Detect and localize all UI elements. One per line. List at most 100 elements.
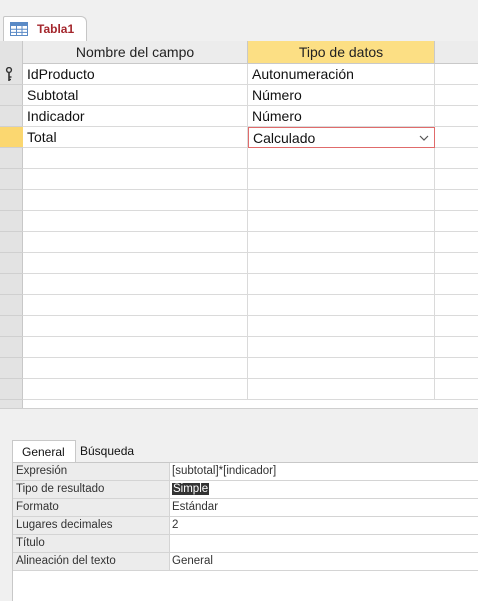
description-cell[interactable] <box>435 211 478 232</box>
row-selector[interactable] <box>0 232 23 253</box>
field-row: Subtotal Número <box>23 85 478 106</box>
tab-lookup[interactable]: Búsqueda <box>79 440 139 462</box>
row-selector[interactable] <box>0 106 23 127</box>
result-type-value: Simple <box>172 483 210 495</box>
column-header-description[interactable] <box>435 41 478 64</box>
row-selector[interactable] <box>0 316 23 337</box>
field-name-cell[interactable] <box>23 316 248 337</box>
row-selector[interactable] <box>0 295 23 316</box>
data-type-cell[interactable] <box>248 211 435 232</box>
field-name-cell[interactable] <box>23 148 248 169</box>
description-cell[interactable] <box>435 379 478 400</box>
description-cell[interactable] <box>435 232 478 253</box>
property-row: Título <box>13 535 478 553</box>
field-properties-pane: General Búsqueda Expresión [subtotal]*[i… <box>0 408 478 601</box>
row-selector[interactable] <box>0 85 23 106</box>
field-name-cell[interactable]: Indicador <box>23 106 248 127</box>
row-selector[interactable] <box>0 211 23 232</box>
document-tab-strip: Tabla1 <box>0 0 478 42</box>
data-type-cell[interactable] <box>248 316 435 337</box>
field-name-cell[interactable] <box>23 358 248 379</box>
data-type-cell[interactable]: Número <box>248 106 435 127</box>
caption-field[interactable] <box>170 535 478 552</box>
row-selector[interactable] <box>0 379 23 400</box>
property-label: Tipo de resultado <box>13 481 170 498</box>
data-type-cell[interactable] <box>248 190 435 211</box>
data-type-cell[interactable] <box>248 148 435 169</box>
field-name-cell[interactable] <box>23 295 248 316</box>
field-name-cell[interactable] <box>23 211 248 232</box>
format-field[interactable]: Estándar <box>170 499 478 516</box>
table-tab[interactable]: Tabla1 <box>3 16 87 42</box>
description-cell[interactable] <box>435 358 478 379</box>
description-cell[interactable] <box>435 127 478 148</box>
field-name-cell[interactable] <box>23 379 248 400</box>
field-name-cell[interactable]: Subtotal <box>23 85 248 106</box>
empty-row <box>23 295 478 316</box>
empty-row <box>23 274 478 295</box>
field-name-cell[interactable] <box>23 253 248 274</box>
data-type-cell[interactable] <box>248 379 435 400</box>
property-label: Título <box>13 535 170 552</box>
table-icon <box>10 22 28 36</box>
row-selector[interactable] <box>0 274 23 295</box>
description-cell[interactable] <box>435 85 478 106</box>
data-type-cell[interactable] <box>248 253 435 274</box>
tab-general[interactable]: General <box>12 440 76 462</box>
field-name-cell[interactable]: IdProducto <box>23 64 248 85</box>
empty-row <box>23 358 478 379</box>
description-cell[interactable] <box>435 64 478 85</box>
row-selector[interactable] <box>0 169 23 190</box>
property-label: Alineación del texto <box>13 553 170 570</box>
empty-row <box>23 169 478 190</box>
field-name-cell[interactable] <box>23 232 248 253</box>
row-selector[interactable] <box>0 148 23 169</box>
empty-row <box>23 211 478 232</box>
row-selector[interactable] <box>0 337 23 358</box>
description-cell[interactable] <box>435 169 478 190</box>
data-type-value: Calculado <box>253 130 316 146</box>
field-name-cell[interactable] <box>23 337 248 358</box>
expression-field[interactable]: [subtotal]*[indicador] <box>170 463 478 480</box>
description-cell[interactable] <box>435 337 478 358</box>
data-type-cell[interactable]: Número <box>248 85 435 106</box>
data-type-cell[interactable] <box>248 295 435 316</box>
description-cell[interactable] <box>435 316 478 337</box>
description-cell[interactable] <box>435 148 478 169</box>
data-type-cell[interactable] <box>248 169 435 190</box>
property-row: Tipo de resultado Simple <box>13 481 478 499</box>
field-row-current: Total Calculado <box>23 127 478 148</box>
row-selector[interactable] <box>0 64 23 85</box>
result-type-field[interactable]: Simple <box>170 481 478 498</box>
empty-row <box>23 190 478 211</box>
row-selector-current[interactable] <box>0 127 23 148</box>
description-cell[interactable] <box>435 274 478 295</box>
description-cell[interactable] <box>435 106 478 127</box>
empty-row <box>23 379 478 400</box>
primary-key-icon <box>5 67 13 81</box>
property-row: Alineación del texto General <box>13 553 478 571</box>
row-selector[interactable] <box>0 358 23 379</box>
data-type-cell[interactable]: Autonumeración <box>248 64 435 85</box>
description-cell[interactable] <box>435 295 478 316</box>
column-header-data-type[interactable]: Tipo de datos <box>248 41 435 64</box>
decimal-places-field[interactable]: 2 <box>170 517 478 534</box>
data-type-cell[interactable] <box>248 232 435 253</box>
data-type-dropdown[interactable]: Calculado <box>248 127 435 148</box>
description-cell[interactable] <box>435 253 478 274</box>
empty-row <box>23 148 478 169</box>
field-name-cell[interactable] <box>23 190 248 211</box>
column-header-field-name[interactable]: Nombre del campo <box>23 41 248 64</box>
field-name-cell[interactable]: Total <box>23 127 248 148</box>
property-label: Lugares decimales <box>13 517 170 534</box>
data-type-cell[interactable] <box>248 274 435 295</box>
field-name-cell[interactable] <box>23 169 248 190</box>
data-type-cell[interactable] <box>248 337 435 358</box>
text-align-field[interactable]: General <box>170 553 478 570</box>
description-cell[interactable] <box>435 190 478 211</box>
row-selector[interactable] <box>0 253 23 274</box>
field-name-cell[interactable] <box>23 274 248 295</box>
chevron-down-icon[interactable] <box>414 128 434 147</box>
row-selector[interactable] <box>0 190 23 211</box>
data-type-cell[interactable] <box>248 358 435 379</box>
